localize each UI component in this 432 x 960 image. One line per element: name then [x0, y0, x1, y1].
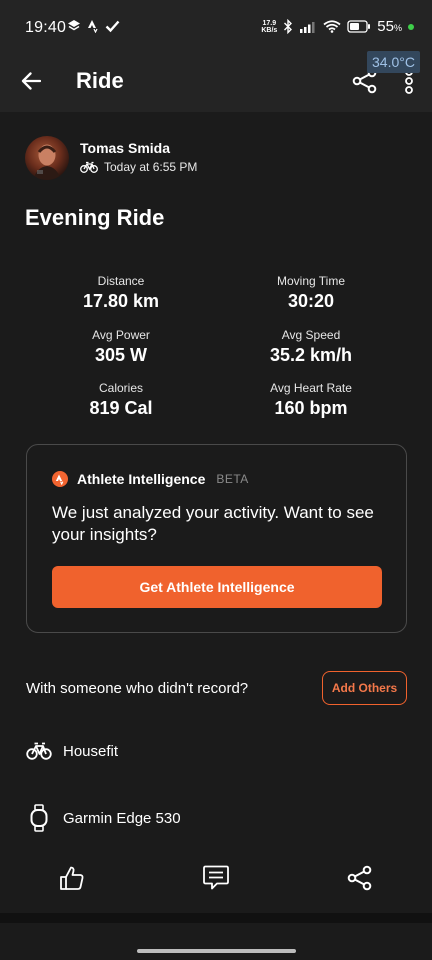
page-title: Ride [76, 68, 124, 93]
net-speed-unit: KB/s [261, 26, 278, 34]
section-divider [0, 913, 432, 923]
device-name: Garmin Edge 530 [63, 809, 181, 827]
athlete-name[interactable]: Tomas Smida [80, 140, 170, 156]
share-icon [347, 865, 372, 891]
net-speed-value: 17.9 [262, 19, 277, 27]
stat-moving-time: Moving Time 30:20 [231, 274, 391, 312]
strava-icon [88, 20, 98, 33]
bluetooth-icon [284, 19, 293, 34]
bike-icon [25, 737, 53, 765]
layers-icon [68, 20, 80, 31]
share-activity-button[interactable] [345, 863, 375, 893]
check-icon [105, 20, 120, 33]
stat-avg-power: Avg Power 305 W [41, 328, 201, 366]
watch-icon [25, 804, 53, 832]
status-system-icons: 17.9 KB/s 55% [261, 18, 414, 35]
get-athlete-intelligence-button[interactable]: Get Athlete Intelligence [52, 566, 382, 608]
stat-value: 160 bpm [274, 398, 348, 418]
arrow-left-icon [21, 72, 41, 90]
bike-row[interactable]: Housefit [25, 737, 118, 765]
comment-icon [203, 865, 229, 890]
thumbs-up-icon [60, 866, 84, 890]
beta-badge: BETA [216, 472, 249, 486]
stat-label: Distance [97, 274, 145, 288]
bike-name: Housefit [63, 742, 119, 760]
status-bar: 19:40 17.9 KB/s 55% [0, 0, 432, 56]
home-indicator[interactable] [137, 949, 296, 953]
stat-avg-speed: Avg Speed 35.2 km/h [231, 328, 391, 366]
stat-value: 17.80 km [82, 291, 160, 311]
avatar-image [33, 144, 61, 180]
activity-title: Evening Ride [25, 205, 165, 230]
status-time: 19:40 [25, 19, 67, 36]
athlete-intelligence-card: Athlete Intelligence BETA We just analyz… [26, 444, 407, 633]
athlete-intelligence-header: Athlete Intelligence BETA [52, 471, 249, 487]
temperature-overlay: 34.0°C [367, 51, 420, 73]
stat-label: Moving Time [276, 274, 346, 288]
add-others-button[interactable]: Add Others [322, 671, 407, 705]
back-button[interactable] [16, 66, 46, 96]
battery-percent-value: 55 [377, 18, 394, 35]
wifi-icon [323, 20, 341, 33]
action-bar [0, 855, 432, 903]
athlete-intelligence-title: Athlete Intelligence [77, 471, 206, 487]
stat-label: Avg Power [92, 328, 150, 342]
stat-value: 30:20 [287, 291, 335, 311]
athlete-intelligence-text: We just analyzed your activity. Want to … [52, 503, 374, 544]
athlete-intelligence-logo-icon [52, 471, 68, 487]
stat-calories: Calories 819 Cal [41, 381, 201, 419]
stat-avg-heart-rate: Avg Heart Rate 160 bpm [231, 381, 391, 419]
avatar[interactable] [25, 136, 69, 180]
stat-value: 819 Cal [89, 398, 153, 418]
next-section [0, 923, 432, 960]
battery-percent-unit: % [393, 23, 402, 33]
signal-icon [300, 21, 315, 33]
stat-distance: Distance 17.80 km [41, 274, 201, 312]
activity-meta: Today at 6:55 PM [80, 160, 197, 174]
stat-value: 305 W [94, 345, 148, 365]
stat-label: Avg Speed [281, 328, 341, 342]
net-speed: 17.9 KB/s [261, 20, 277, 34]
battery-percent: 55% [377, 18, 402, 35]
stat-value: 35.2 km/h [269, 345, 353, 365]
add-others-prompt: With someone who didn't record? [26, 680, 249, 697]
kudos-button[interactable] [57, 863, 87, 893]
stat-label: Calories [98, 381, 143, 395]
comment-button[interactable] [201, 863, 231, 893]
status-notification-icons [67, 19, 120, 33]
bike-icon [80, 161, 98, 173]
stat-label: Avg Heart Rate [270, 381, 352, 395]
device-row: Garmin Edge 530 [25, 804, 181, 832]
battery-icon [347, 20, 371, 33]
activity-time: Today at 6:55 PM [104, 160, 198, 174]
privacy-indicator-dot [408, 23, 414, 30]
